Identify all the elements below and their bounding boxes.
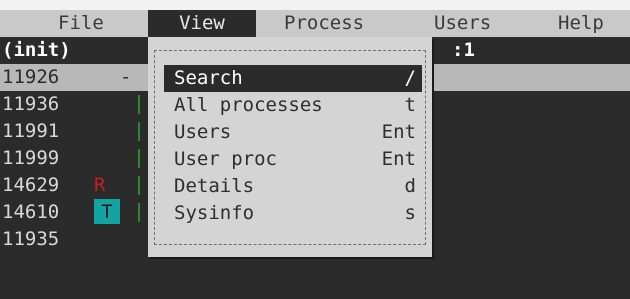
process-pid: 11935 [2, 228, 60, 250]
menu-view[interactable]: View [148, 10, 256, 37]
view-menu-item-sysinfo[interactable]: Sysinfo s [164, 200, 422, 227]
tree-line [138, 95, 140, 114]
menu-item-shortcut: / [404, 67, 416, 89]
menu-item-label: Users [174, 121, 232, 143]
menu-item-label: User proc [174, 148, 277, 170]
process-title-suffix: :1 [452, 39, 475, 61]
menu-bar: File View Process Users Help [0, 10, 630, 37]
tree-line [138, 122, 140, 141]
menu-users[interactable]: Users [434, 10, 514, 37]
menu-item-label: All processes [174, 94, 323, 116]
menu-item-label: Details [174, 175, 255, 197]
tree-line [138, 203, 140, 222]
menu-process[interactable]: Process [284, 10, 394, 37]
menu-item-shortcut: Ent [381, 121, 416, 143]
view-menu-item-search[interactable]: Search / [164, 65, 422, 92]
process-flag: - [120, 66, 132, 88]
menu-item-shortcut: t [404, 94, 416, 116]
tree-line [138, 149, 140, 168]
menu-item-shortcut: Ent [381, 148, 416, 170]
menu-file[interactable]: File [58, 10, 128, 37]
menu-help[interactable]: Help [558, 10, 618, 37]
process-pid: 14629 [2, 174, 60, 196]
menu-item-label: Sysinfo [174, 202, 255, 224]
menu-item-shortcut: s [404, 202, 416, 224]
view-menu-item-details[interactable]: Details d [164, 173, 422, 200]
process-title: (init) [2, 39, 71, 61]
window-top-edge [0, 0, 630, 10]
tree-line [138, 176, 140, 195]
menu-item-label: Search [174, 67, 243, 89]
process-pid: 11991 [2, 120, 60, 142]
process-state-stopped: T [94, 199, 120, 224]
process-pid: 11926 [2, 66, 60, 88]
view-menu-dropdown: Search / All processes t Users Ent User … [148, 37, 432, 257]
process-pid: 14610 [2, 201, 60, 223]
process-pid: 11936 [2, 93, 60, 115]
view-menu-item-all-processes[interactable]: All processes t [164, 92, 422, 119]
menu-item-shortcut: d [404, 175, 416, 197]
view-menu-item-users[interactable]: Users Ent [164, 119, 422, 146]
process-state-running: R [94, 174, 106, 196]
process-pid: 11999 [2, 147, 60, 169]
view-menu-item-user-proc[interactable]: User proc Ent [164, 146, 422, 173]
